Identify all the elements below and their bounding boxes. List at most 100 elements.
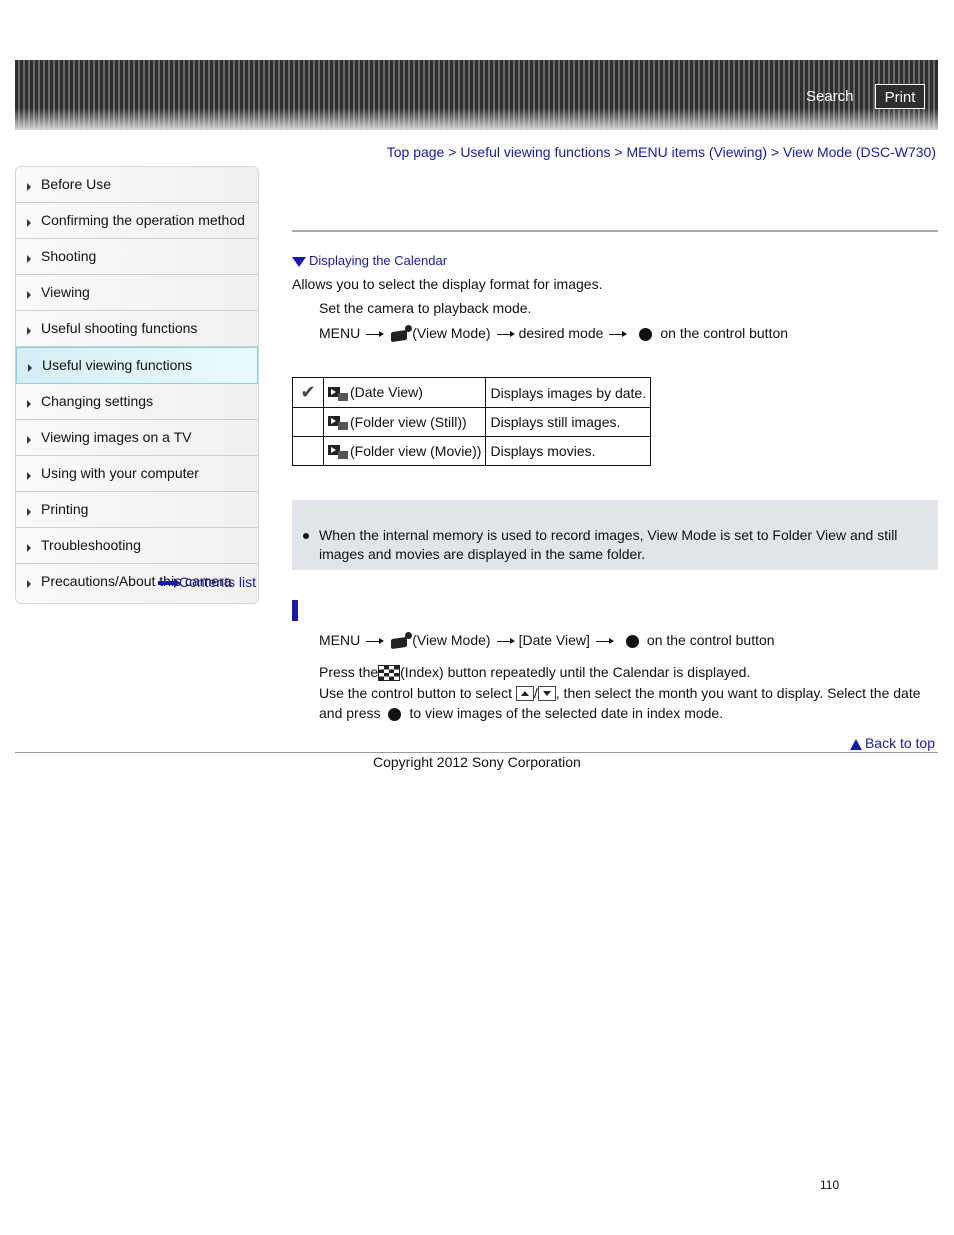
mode-description: Displays movies.	[485, 436, 652, 466]
target-label: desired mode	[518, 325, 604, 341]
copyright-text: Copyright 2012 Sony Corporation	[373, 754, 581, 770]
note-box: When the internal memory is used to reco…	[292, 500, 938, 570]
section-heading-bar	[292, 600, 298, 621]
triangle-right-icon	[27, 327, 31, 335]
anchor-link-calendar[interactable]: Displaying the Calendar	[292, 253, 447, 268]
center-button-icon	[388, 707, 402, 721]
mode-description: Displays still images.	[485, 407, 652, 437]
instruction-text: and press	[319, 705, 381, 721]
breadcrumb: Top page > Useful viewing functions > ME…	[387, 144, 936, 160]
up-arrow-icon	[515, 686, 534, 702]
instruction-text: Press the	[319, 664, 379, 680]
breadcrumb-separator: >	[448, 144, 457, 160]
breadcrumb-separator: >	[614, 144, 623, 160]
folder-still-icon	[328, 416, 348, 431]
view-mode-icon	[388, 632, 413, 650]
sidebar-item-useful-shooting[interactable]: Useful shooting functions	[16, 311, 258, 347]
arrow-right-icon	[496, 330, 515, 337]
sidebar-item-label: Useful shooting functions	[41, 320, 198, 336]
breadcrumb-menu-items-viewing[interactable]: MENU items (Viewing)	[626, 144, 767, 160]
sidebar-item-label: Useful viewing functions	[42, 357, 193, 373]
sidebar-nav: Before Use Confirming the operation meth…	[15, 166, 259, 604]
sidebar-item-label: Changing settings	[41, 393, 154, 409]
arrow-right-icon	[366, 637, 385, 644]
empty-check-cell	[292, 407, 324, 437]
contents-list-link[interactable]: Contents list	[158, 574, 256, 590]
triangle-right-icon	[27, 400, 31, 408]
sidebar-item-changing-settings[interactable]: Changing settings	[16, 384, 258, 420]
sidebar-item-useful-viewing[interactable]: Useful viewing functions	[16, 347, 258, 384]
arrow-right-icon	[496, 637, 515, 644]
intro-text: Allows you to select the display format …	[292, 276, 603, 292]
table-row: ✔ (Date View) Displays images by date.	[292, 377, 652, 408]
tail-label: on the control button	[660, 325, 789, 341]
date-view-icon	[328, 386, 348, 401]
header-banner	[15, 60, 938, 130]
sidebar-item-label: Troubleshooting	[41, 537, 141, 553]
target-label: [Date View]	[518, 632, 590, 648]
breadcrumb-useful-viewing-functions[interactable]: Useful viewing functions	[460, 144, 610, 160]
print-button[interactable]: Print	[875, 84, 925, 109]
view-modes-table: ✔ (Date View) Displays images by date. (…	[292, 377, 652, 466]
page-number: 110	[820, 1178, 840, 1192]
tail-label: on the control button	[646, 632, 775, 648]
back-to-top-label: Back to top	[864, 735, 935, 751]
mode-label: (Folder view (Still))	[350, 413, 467, 430]
triangle-right-icon	[27, 219, 31, 227]
sidebar-item-label: Confirming the operation method	[41, 212, 245, 228]
sidebar-item-shooting[interactable]: Shooting	[16, 239, 258, 275]
back-to-top-link[interactable]: Back to top	[849, 735, 935, 751]
center-button-icon	[639, 327, 653, 341]
index-icon	[378, 665, 401, 682]
checkmark-icon: ✔	[292, 377, 324, 408]
sidebar-item-confirming-operation[interactable]: Confirming the operation method	[16, 203, 258, 239]
step-playback: Set the camera to playback mode.	[319, 300, 532, 316]
folder-movie-icon	[328, 445, 348, 460]
sidebar-item-troubleshooting[interactable]: Troubleshooting	[16, 528, 258, 564]
contents-list-label: Contents list	[179, 574, 257, 590]
triangle-right-icon	[27, 291, 31, 299]
triangle-up-icon	[849, 738, 862, 750]
view-mode-label: (View Mode)	[412, 325, 491, 341]
footer-divider	[15, 752, 938, 753]
mode-description: Displays images by date.	[485, 377, 652, 408]
sidebar-item-label: Before Use	[41, 176, 112, 192]
center-button-icon	[625, 634, 639, 648]
triangle-right-icon	[27, 508, 31, 516]
sidebar-item-viewing-tv[interactable]: Viewing images on a TV	[16, 420, 258, 456]
triangle-right-icon	[27, 183, 31, 191]
mode-label: (Folder view (Movie))	[350, 442, 482, 459]
menu-label: MENU	[319, 325, 361, 341]
breadcrumb-separator: >	[770, 144, 780, 160]
table-row: (Folder view (Movie)) Displays movies.	[292, 436, 652, 466]
triangle-right-icon	[27, 472, 31, 480]
step-menu-path: MENU (View Mode) desired mode on the contro…	[319, 325, 788, 343]
view-mode-icon	[388, 325, 413, 343]
triangle-right-icon	[27, 580, 31, 588]
empty-check-cell	[292, 436, 324, 466]
triangle-right-icon	[27, 255, 31, 263]
sidebar-item-printing[interactable]: Printing	[16, 492, 258, 528]
search-link[interactable]: Search	[806, 88, 854, 105]
sidebar-item-label: Printing	[41, 501, 89, 517]
calendar-step-menu-path: MENU (View Mode) [Date View] on the control…	[319, 632, 775, 650]
breadcrumb-top-page[interactable]: Top page	[387, 144, 445, 160]
divider	[292, 230, 938, 232]
sidebar-item-before-use[interactable]: Before Use	[16, 167, 258, 203]
anchor-link-label: Displaying the Calendar	[309, 253, 448, 268]
sidebar-item-viewing[interactable]: Viewing	[16, 275, 258, 311]
down-arrow-icon	[537, 686, 556, 702]
triangle-right-icon	[27, 436, 31, 444]
mode-cell: (Folder view (Movie))	[322, 436, 487, 466]
view-mode-label: (View Mode)	[412, 632, 491, 648]
mode-cell: (Folder view (Still))	[322, 407, 487, 437]
table-row: (Folder view (Still)) Displays still ima…	[292, 407, 652, 437]
arrow-right-icon	[609, 330, 628, 337]
sidebar-item-label: Shooting	[41, 248, 97, 264]
sidebar-item-label: Viewing images on a TV	[41, 429, 192, 445]
triangle-down-icon	[292, 256, 306, 267]
sidebar-item-label: Using with your computer	[41, 465, 199, 481]
sidebar-item-computer[interactable]: Using with your computer	[16, 456, 258, 492]
breadcrumb-view-mode[interactable]: View Mode (DSC-W730)	[783, 144, 936, 160]
arrow-right-icon	[158, 578, 180, 589]
